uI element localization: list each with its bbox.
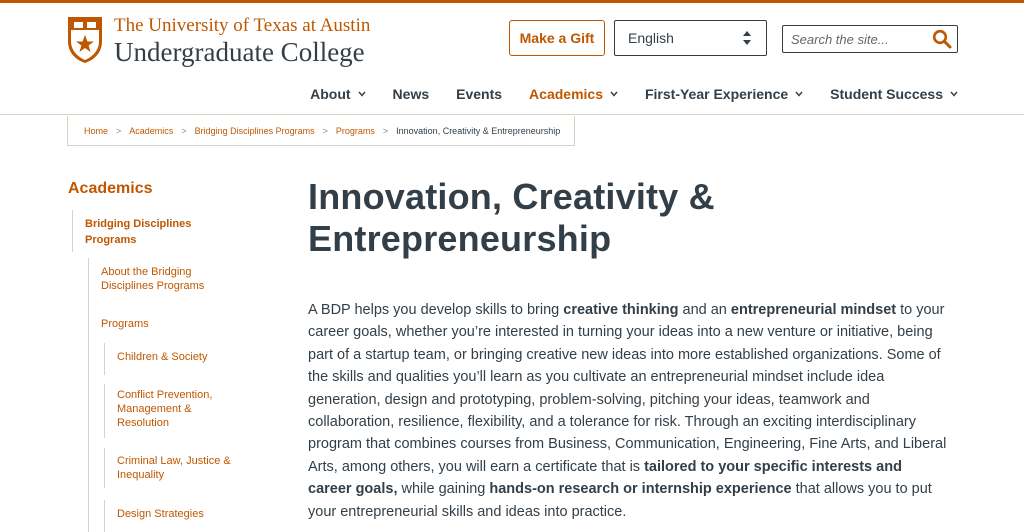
text-run: A BDP helps you develop skills to bring <box>308 302 564 318</box>
nav-item-first-year-experience[interactable]: First-Year Experience <box>645 86 803 102</box>
page-title: Innovation, Creativity & Entrepreneurshi… <box>308 176 715 259</box>
nav-label: Events <box>456 86 503 102</box>
sidebar-title[interactable]: Academics <box>68 180 153 198</box>
sidebar-item-design-strategies[interactable]: Design Strategies <box>117 507 237 521</box>
chevron-down-icon <box>358 91 366 97</box>
breadcrumb-separator: > <box>322 125 328 136</box>
nav-label: News <box>392 86 430 102</box>
chevron-down-icon <box>610 91 618 97</box>
sidebar-indent-line <box>104 343 105 375</box>
search-icon[interactable] <box>932 29 952 49</box>
nav-item-academics[interactable]: Academics <box>529 86 618 102</box>
intro-paragraph: A BDP helps you develop skills to bring … <box>308 299 948 523</box>
site-logo[interactable]: The University of Texas at Austin Underg… <box>66 15 370 67</box>
sidebar-item-about-bdp[interactable]: About the Bridging Disciplines Programs <box>101 265 231 293</box>
text-run: to your career goals, whether you’re int… <box>308 302 947 475</box>
search-placeholder: Search the site... <box>791 31 889 47</box>
make-a-gift-button[interactable]: Make a Gift <box>509 20 605 56</box>
language-select[interactable]: English <box>614 20 767 56</box>
chevron-down-icon <box>795 91 803 97</box>
sidebar-item-criminal-law[interactable]: Criminal Law, Justice & Inequality <box>117 454 237 482</box>
text-run: while gaining <box>397 481 490 498</box>
sidebar-item-bdp[interactable]: Bridging Disciplines Programs <box>85 216 235 248</box>
breadcrumb-academics[interactable]: Academics <box>129 126 173 136</box>
breadcrumb-programs[interactable]: Programs <box>336 126 375 136</box>
main-nav: About News Events Academics First-Year E… <box>283 86 958 102</box>
breadcrumb-separator: > <box>181 125 187 136</box>
ut-shield-icon <box>68 17 102 63</box>
nav-item-about[interactable]: About <box>310 86 366 102</box>
nav-item-events[interactable]: Events <box>456 86 502 102</box>
breadcrumb-separator: > <box>382 125 389 136</box>
sidebar-indent-line <box>72 210 73 252</box>
breadcrumb-home[interactable]: Home <box>84 126 108 136</box>
language-value: English <box>628 30 674 46</box>
breadcrumb-separator: > <box>116 125 122 136</box>
nav-label: Academics <box>529 86 603 102</box>
nav-item-student-success[interactable]: Student Success <box>830 86 958 102</box>
sidebar-indent-line <box>88 258 89 532</box>
text-bold: entrepreneurial mindset <box>730 302 897 318</box>
nav-label: First-Year Experience <box>644 86 789 102</box>
chevron-down-icon <box>950 91 958 97</box>
site-header: The University of Texas at Austin Underg… <box>0 3 1024 115</box>
sidebar-item-children-society[interactable]: Children & Society <box>117 350 237 364</box>
nav-item-news[interactable]: News <box>393 86 430 102</box>
sidebar-indent-line <box>104 500 105 532</box>
breadcrumb-bdp[interactable]: Bridging Disciplines Programs <box>195 126 315 136</box>
sidebar-item-programs[interactable]: Programs <box>101 317 231 331</box>
breadcrumb-current: Innovation, Creativity & Entrepreneurshi… <box>396 125 561 136</box>
search-input[interactable]: Search the site... <box>782 25 958 53</box>
sidebar-item-conflict-prevention[interactable]: Conflict Prevention, Management & Resolu… <box>117 388 227 430</box>
breadcrumb: Home > Academics > Bridging Disciplines … <box>67 116 576 146</box>
text-run: and an <box>678 302 731 318</box>
nav-label: Student Success <box>830 86 943 102</box>
sidebar-indent-line <box>104 384 105 438</box>
college-name: Undergraduate College <box>114 37 365 67</box>
nav-label: About <box>310 86 351 102</box>
text-bold: creative thinking <box>563 302 679 318</box>
university-name: The University of Texas at Austin <box>114 15 371 36</box>
text-bold: hands-on research or internship experien… <box>489 481 792 498</box>
select-arrows-icon <box>743 31 751 45</box>
main-content: Innovation, Creativity & Entrepreneurshi… <box>308 176 948 260</box>
sidebar-indent-line <box>104 448 105 488</box>
